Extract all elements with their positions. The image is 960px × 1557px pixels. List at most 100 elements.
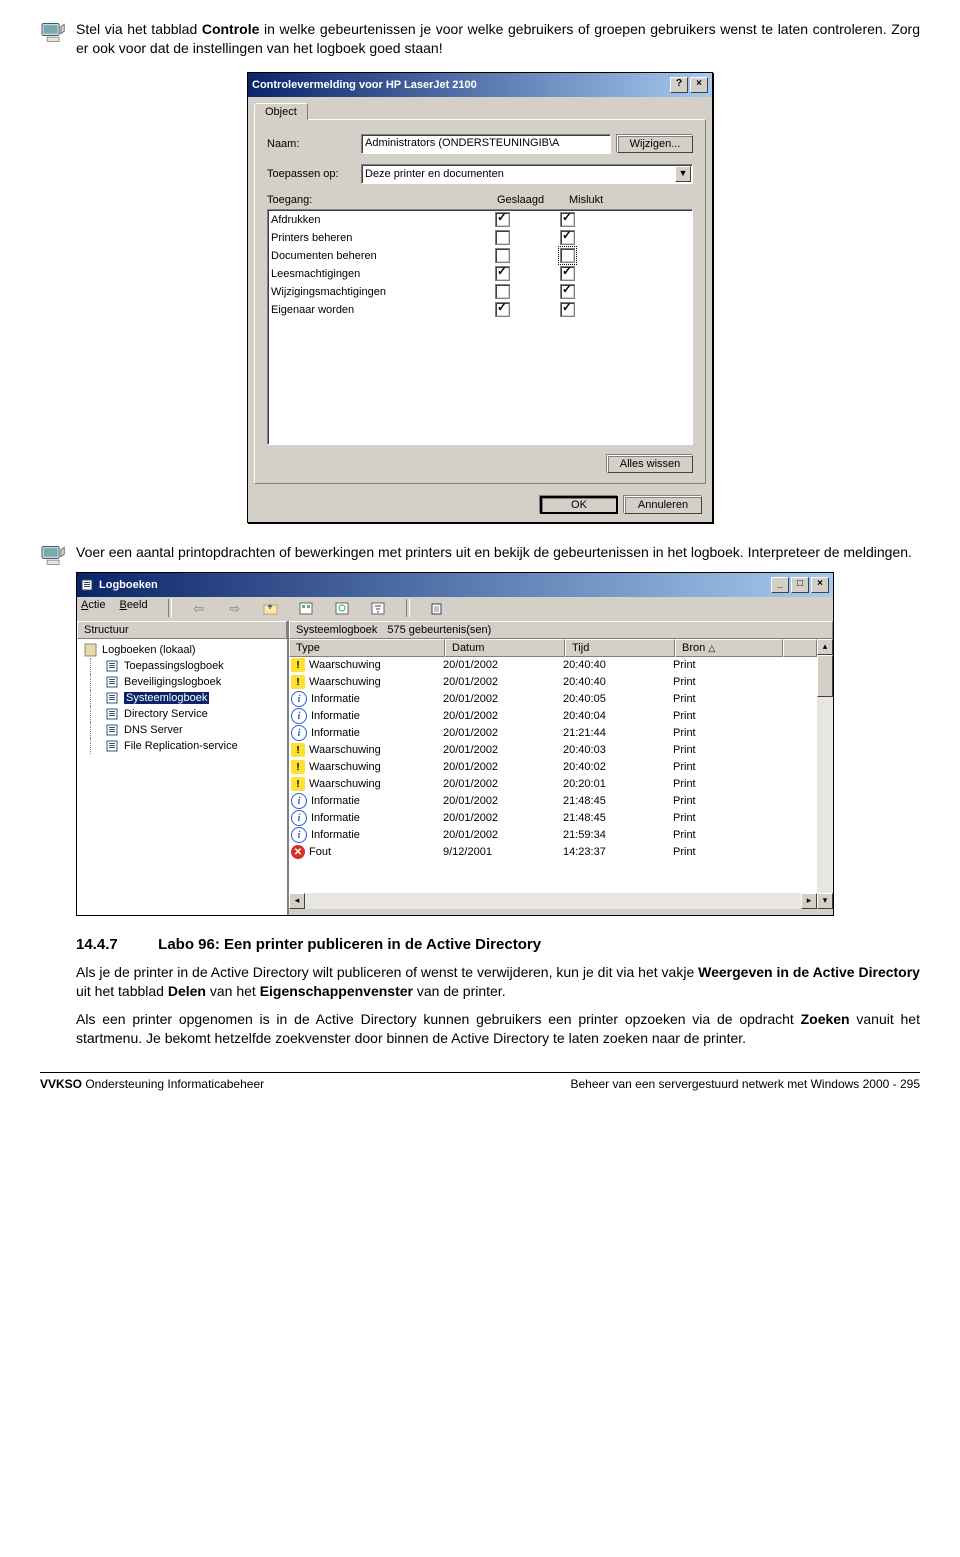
cancel-button[interactable]: Annuleren (624, 496, 702, 514)
permission-row: Documenten beheren (271, 247, 689, 265)
cell-source: Print (673, 693, 781, 705)
up-icon[interactable] (260, 599, 282, 619)
scroll-left-icon[interactable]: ◂ (289, 893, 305, 909)
table-row[interactable]: !Waarschuwing20/01/200220:20:01Print (289, 776, 817, 793)
tree-item[interactable]: DNS Server (80, 722, 284, 738)
cell-time: 21:59:34 (563, 829, 673, 841)
scrollbar-h[interactable]: ◂ ▸ (289, 893, 817, 909)
label-name: Naam: (267, 138, 361, 150)
tree-item[interactable]: File Replication-service (80, 738, 284, 754)
tree-item[interactable]: Directory Service (80, 706, 284, 722)
window-titlebar[interactable]: Logboeken _ □ × (77, 573, 833, 597)
table-row[interactable]: ✕Fout9/12/200114:23:37Print (289, 844, 817, 861)
cell-type: Fout (309, 846, 331, 858)
applyto-value: Deze printer en documenten (365, 168, 504, 180)
table-row[interactable]: !Waarschuwing20/01/200220:40:40Print (289, 657, 817, 674)
permission-name: Afdrukken (271, 214, 495, 226)
forward-icon[interactable]: ⇨ (224, 599, 246, 619)
cell-type: Informatie (311, 812, 360, 824)
table-row[interactable]: iInformatie20/01/200221:21:44Print (289, 725, 817, 742)
clear-all-button[interactable]: Alles wissen (607, 455, 693, 473)
tree-item-label: Toepassingslogboek (124, 660, 224, 672)
text: Voer een aantal printopdrachten of bewer… (76, 544, 912, 560)
tree-item[interactable]: Beveiligingslogboek (80, 674, 284, 690)
maximize-button[interactable]: □ (791, 577, 809, 593)
footer-right: Beheer van een servergestuurd netwerk me… (570, 1077, 920, 1091)
checkbox-failed[interactable] (560, 230, 575, 245)
table-row[interactable]: iInformatie20/01/200221:48:45Print (289, 793, 817, 810)
tree-item[interactable]: Toepassingslogboek (80, 658, 284, 674)
warning-icon: ! (291, 760, 305, 774)
scroll-up-icon[interactable]: ▴ (817, 639, 833, 655)
export-icon[interactable] (426, 599, 448, 619)
scroll-thumb[interactable] (817, 655, 833, 697)
minimize-button[interactable]: _ (771, 577, 789, 593)
table-row[interactable]: !Waarschuwing20/01/200220:40:02Print (289, 759, 817, 776)
cell-type: Informatie (311, 829, 360, 841)
table-row[interactable]: iInformatie20/01/200221:59:34Print (289, 827, 817, 844)
menu-view[interactable]: Beeld (119, 599, 147, 619)
table-row[interactable]: !Waarschuwing20/01/200220:40:03Print (289, 742, 817, 759)
checkbox-failed[interactable] (560, 266, 575, 281)
cell-date: 20/01/2002 (443, 795, 563, 807)
table-row[interactable]: iInformatie20/01/200220:40:05Print (289, 691, 817, 708)
info-icon: i (291, 810, 307, 826)
warning-icon: ! (291, 743, 305, 757)
table-row[interactable]: iInformatie20/01/200221:48:45Print (289, 810, 817, 827)
col-date[interactable]: Datum (445, 639, 565, 657)
checkbox-failed[interactable] (560, 302, 575, 317)
dialog-titlebar[interactable]: Controlevermelding voor HP LaserJet 2100… (248, 73, 712, 97)
table-row[interactable]: iInformatie20/01/200220:40:04Print (289, 708, 817, 725)
checkbox-success[interactable] (495, 284, 510, 299)
audit-entry-dialog: Controlevermelding voor HP LaserJet 2100… (247, 72, 713, 523)
checkbox-success[interactable] (495, 266, 510, 281)
menubar[interactable]: Actie Beeld ⇦ ⇨ (77, 597, 833, 621)
checkbox-success[interactable] (495, 302, 510, 317)
col-type[interactable]: Type (289, 639, 445, 657)
tree-item-label: Directory Service (124, 708, 208, 720)
help-button[interactable]: ? (670, 77, 688, 93)
checkbox-success[interactable] (495, 248, 510, 263)
scroll-down-icon[interactable]: ▾ (817, 893, 833, 909)
close-button[interactable]: × (811, 577, 829, 593)
tree-item-label: Systeemlogboek (124, 692, 209, 704)
close-button[interactable]: × (690, 77, 708, 93)
chevron-down-icon[interactable]: ▼ (675, 166, 691, 182)
checkbox-success[interactable] (495, 212, 510, 227)
checkbox-failed[interactable] (560, 248, 575, 263)
cell-type: Waarschuwing (309, 676, 381, 688)
col-source[interactable]: Bron △ (675, 639, 783, 657)
tree-item[interactable]: Systeemlogboek (80, 690, 284, 706)
applyto-dropdown[interactable]: Deze printer en documenten ▼ (361, 164, 693, 184)
checkbox-failed[interactable] (560, 284, 575, 299)
checkbox-failed[interactable] (560, 212, 575, 227)
table-body[interactable]: !Waarschuwing20/01/200220:40:40Print!Waa… (289, 657, 817, 893)
filter-icon[interactable] (368, 599, 390, 619)
table-row[interactable]: !Waarschuwing20/01/200220:40:40Print (289, 674, 817, 691)
ok-button[interactable]: OK (540, 496, 618, 514)
tab-object[interactable]: Object (254, 103, 308, 120)
cell-type: Informatie (311, 795, 360, 807)
log-icon (106, 723, 120, 737)
permission-row: Eigenaar worden (271, 301, 689, 319)
cell-date: 20/01/2002 (443, 778, 563, 790)
permission-name: Eigenaar worden (271, 304, 495, 316)
scroll-right-icon[interactable]: ▸ (801, 893, 817, 909)
col-time[interactable]: Tijd (565, 639, 675, 657)
cell-source: Print (673, 778, 781, 790)
table-header[interactable]: Type Datum Tijd Bron △ (289, 639, 817, 657)
dialog-title: Controlevermelding voor HP LaserJet 2100 (252, 79, 668, 91)
tree[interactable]: Logboeken (lokaal) Toepassingslogboek Bev… (77, 639, 287, 915)
tree-root[interactable]: Logboeken (lokaal) (80, 642, 284, 658)
list-header: Systeemlogboek 575 gebeurtenis(sen) (289, 621, 833, 639)
cell-type: Informatie (311, 727, 360, 739)
name-field[interactable]: Administrators (ONDERSTEUNINGIB\A (361, 134, 611, 154)
scrollbar-v[interactable]: ▴ ▾ (817, 639, 833, 909)
menu-action[interactable]: Actie (81, 599, 105, 619)
computer-icon (40, 20, 68, 44)
change-button[interactable]: Wijzigen... (617, 135, 693, 153)
back-icon[interactable]: ⇦ (188, 599, 210, 619)
refresh-icon[interactable] (332, 599, 354, 619)
properties-icon[interactable] (296, 599, 318, 619)
checkbox-success[interactable] (495, 230, 510, 245)
